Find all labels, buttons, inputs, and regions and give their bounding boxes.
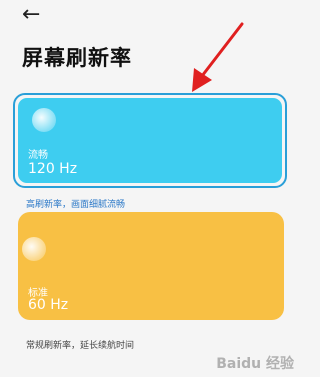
mode-rate: 60 Hz: [28, 297, 69, 313]
mode-rate: 120 Hz: [28, 161, 78, 177]
refresh-rate-card-smooth[interactable]: 流畅 120 Hz: [13, 93, 287, 188]
page-title: 屏幕刷新率: [22, 46, 132, 70]
watermark-logo: Baidu 经验: [216, 356, 294, 372]
card-fill: 流畅 120 Hz: [18, 98, 282, 183]
mode-description: 常规刷新率，延长续航时间: [26, 341, 135, 351]
back-arrow-icon[interactable]: ←: [22, 2, 40, 28]
bubble-icon: [32, 108, 56, 132]
annotation-arrow-icon: [192, 22, 244, 92]
mode-description: 高刷新率，画面细腻流畅: [26, 200, 126, 210]
refresh-rate-card-standard[interactable]: 标准 60 Hz: [18, 212, 284, 320]
bubble-icon: [22, 237, 46, 261]
mode-name: 流畅: [28, 150, 48, 161]
